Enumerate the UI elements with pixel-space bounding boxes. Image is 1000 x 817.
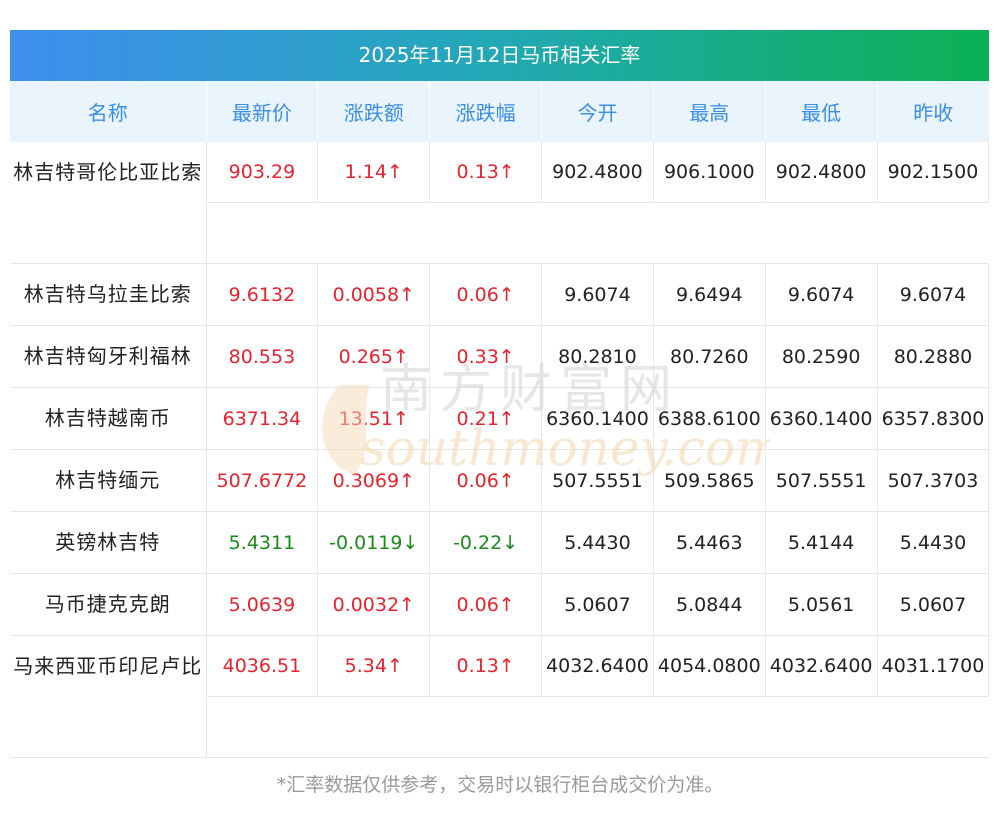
open-cell: 4032.6400: [541, 635, 654, 697]
table-row: 林吉特匈牙利福林 80.553 0.265↑ 0.33↑ 80.2810 80.7260 8…: [10, 325, 990, 388]
high-cell: 509.5865: [653, 449, 766, 512]
high-cell: 5.0844: [653, 573, 766, 636]
latest-cell: 80.553: [206, 325, 319, 388]
latest-cell: 9.6132: [206, 263, 319, 326]
prev-cell: 9.6074: [877, 263, 990, 326]
page-title: 2025年11月12日马币相关汇率: [10, 30, 989, 81]
prev-cell: 6357.8300: [877, 387, 990, 450]
latest-cell: 903.29: [206, 142, 319, 203]
open-cell: 80.2810: [541, 325, 654, 388]
change-cell: -0.0119↓: [317, 511, 431, 574]
pct-cell: 0.13↑: [429, 142, 543, 203]
col-header-change: 涨跌额: [317, 81, 431, 142]
change-cell: 0.265↑: [317, 325, 431, 388]
prev-cell: 5.4430: [877, 511, 990, 574]
low-cell: 5.0561: [765, 573, 878, 636]
open-cell: 9.6074: [541, 263, 654, 326]
table-row: 英镑林吉特 5.4311 -0.0119↓ -0.22↓ 5.4430 5.4463 5.4…: [10, 511, 990, 574]
low-cell: 902.4800: [765, 142, 878, 203]
currency-pair-name: 林吉特乌拉圭比索: [10, 263, 207, 326]
open-cell: 507.5551: [541, 449, 654, 512]
currency-pair-name: 马来西亚币印尼卢比: [10, 635, 207, 758]
currency-pair-name: 马币捷克克朗: [10, 573, 207, 636]
currency-pair-name: 林吉特缅元: [10, 449, 207, 512]
low-cell: 6360.1400: [765, 387, 878, 450]
table-row: 林吉特缅元 507.6772 0.3069↑ 0.06↑ 507.5551 509.586…: [10, 449, 990, 512]
high-cell: 5.4463: [653, 511, 766, 574]
table-header-row: 名称 最新价 涨跌额 涨跌幅 今开 最高 最低 昨收: [10, 81, 989, 142]
low-cell: 507.5551: [765, 449, 878, 512]
col-header-name: 名称: [10, 81, 207, 142]
currency-pair-name: 林吉特哥伦比亚比索: [10, 142, 207, 264]
high-cell: 906.1000: [653, 142, 766, 203]
pct-cell: 0.21↑: [429, 387, 543, 450]
prev-cell: 507.3703: [877, 449, 990, 512]
change-cell: 0.0058↑: [317, 263, 431, 326]
pct-cell: 0.06↑: [429, 573, 543, 636]
change-cell: 1.14↑: [317, 142, 431, 203]
col-header-open: 今开: [541, 81, 654, 142]
col-header-prev: 昨收: [877, 81, 989, 142]
table-row: 林吉特乌拉圭比索 9.6132 0.0058↑ 0.06↑ 9.6074 9.6494 9.…: [10, 263, 990, 326]
col-header-latest: 最新价: [206, 81, 319, 142]
change-cell: 0.0032↑: [317, 573, 431, 636]
latest-cell: 4036.51: [206, 635, 319, 697]
pct-cell: -0.22↓: [429, 511, 543, 574]
currency-pair-name: 英镑林吉特: [10, 511, 207, 574]
change-cell: 0.3069↑: [317, 449, 431, 512]
latest-cell: 5.0639: [206, 573, 319, 636]
change-cell: 5.34↑: [317, 635, 431, 697]
currency-pair-name: 林吉特越南币: [10, 387, 207, 450]
latest-cell: 6371.34: [206, 387, 319, 450]
open-cell: 5.4430: [541, 511, 654, 574]
latest-cell: 507.6772: [206, 449, 319, 512]
table-row: 林吉特哥伦比亚比索 903.29 1.14↑ 0.13↑ 902.4800 906.100…: [10, 142, 990, 264]
table-row: 马币捷克克朗 5.0639 0.0032↑ 0.06↑ 5.0607 5.0844 5.05…: [10, 573, 990, 636]
prev-cell: 4031.1700: [877, 635, 990, 697]
pct-cell: 0.06↑: [429, 449, 543, 512]
low-cell: 5.4144: [765, 511, 878, 574]
col-header-low: 最低: [765, 81, 878, 142]
pct-cell: 0.13↑: [429, 635, 543, 697]
table-row: 林吉特越南币 6371.34 13.51↑ 0.21↑ 6360.1400 6388.61…: [10, 387, 990, 450]
open-cell: 902.4800: [541, 142, 654, 203]
row-spacer-cell: [206, 696, 989, 758]
col-header-high: 最高: [653, 81, 766, 142]
prev-cell: 902.1500: [877, 142, 990, 203]
high-cell: 4054.0800: [653, 635, 766, 697]
open-cell: 5.0607: [541, 573, 654, 636]
latest-cell: 5.4311: [206, 511, 319, 574]
pct-cell: 0.33↑: [429, 325, 543, 388]
footnote: *汇率数据仅供参考，交易时以银行柜台成交价为准。: [276, 774, 724, 796]
prev-cell: 80.2880: [877, 325, 990, 388]
low-cell: 80.2590: [765, 325, 878, 388]
col-header-pct: 涨跌幅: [429, 81, 543, 142]
prev-cell: 5.0607: [877, 573, 990, 636]
high-cell: 9.6494: [653, 263, 766, 326]
pct-cell: 0.06↑: [429, 263, 543, 326]
low-cell: 9.6074: [765, 263, 878, 326]
high-cell: 80.7260: [653, 325, 766, 388]
rate-table-panel: 2025年11月12日马币相关汇率 名称 最新价 涨跌额 涨跌幅 今开 最高 最…: [10, 30, 990, 758]
rate-table: 名称 最新价 涨跌额 涨跌幅 今开 最高 最低 昨收 林吉特哥伦比亚比索 903.…: [10, 81, 990, 758]
open-cell: 6360.1400: [541, 387, 654, 450]
table-row: 马来西亚币印尼卢比 4036.51 5.34↑ 0.13↑ 4032.6400 4054.…: [10, 635, 990, 758]
change-cell: 13.51↑: [317, 387, 431, 450]
high-cell: 6388.6100: [653, 387, 766, 450]
currency-pair-name: 林吉特匈牙利福林: [10, 325, 207, 388]
row-spacer-cell: [206, 202, 989, 264]
low-cell: 4032.6400: [765, 635, 878, 697]
